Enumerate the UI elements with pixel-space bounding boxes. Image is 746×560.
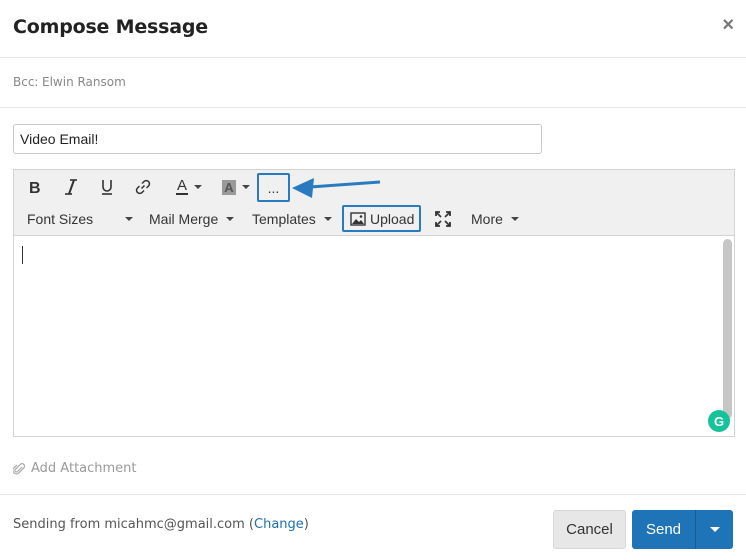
bcc-recipient[interactable]: Elwin Ransom <box>42 75 126 89</box>
more-label: More <box>471 211 503 227</box>
bcc-row: Bcc: Elwin Ransom <box>0 58 746 108</box>
sending-from-text: Sending from micahmc@gmail.com (Change) <box>13 517 309 532</box>
chevron-down-icon <box>194 185 202 189</box>
cancel-button[interactable]: Cancel <box>553 510 626 549</box>
underline-icon[interactable] <box>98 178 116 196</box>
chevron-down-icon <box>709 527 720 532</box>
highlight-color-dropdown[interactable]: A <box>218 178 254 196</box>
link-icon[interactable] <box>134 178 152 196</box>
grammarly-icon[interactable]: G <box>708 410 730 432</box>
highlight-color-icon: A <box>222 179 236 195</box>
chevron-down-icon <box>241 185 250 189</box>
sending-suffix: ) <box>303 517 309 532</box>
bcc-label: Bcc: <box>13 75 39 89</box>
templates-dropdown[interactable]: Templates <box>252 208 332 230</box>
upload-label: Upload <box>370 210 415 227</box>
change-sender-link[interactable]: Change <box>254 517 304 532</box>
font-sizes-label: Font Sizes <box>27 211 94 227</box>
send-button[interactable]: Send <box>632 510 695 549</box>
scrollbar[interactable] <box>723 239 732 419</box>
dialog-footer: Sending from micahmc@gmail.com (Change) … <box>0 494 746 560</box>
fullscreen-icon[interactable] <box>434 210 452 228</box>
message-editor: B A A ... Font Sizes Mail Merge Template… <box>13 169 735 437</box>
subject-input[interactable] <box>13 124 542 154</box>
text-cursor <box>22 246 23 264</box>
sending-prefix: Sending from micahmc@gmail.com ( <box>13 517 255 532</box>
chevron-down-icon <box>510 217 519 221</box>
paperclip-icon <box>13 462 25 474</box>
annotation-arrow-icon <box>292 178 381 198</box>
templates-label: Templates <box>252 211 316 227</box>
chevron-down-icon <box>125 217 133 221</box>
upload-button[interactable]: Upload <box>342 205 422 232</box>
mail-merge-label: Mail Merge <box>149 211 219 227</box>
image-icon <box>350 211 366 226</box>
font-sizes-dropdown[interactable]: Font Sizes <box>27 208 133 230</box>
more-formatting-button[interactable]: ... <box>257 173 290 202</box>
dialog-title: Compose Message <box>13 16 208 38</box>
chevron-down-icon <box>226 217 235 221</box>
bold-icon[interactable]: B <box>26 178 44 196</box>
svg-text:B: B <box>29 180 41 195</box>
italic-icon[interactable] <box>62 178 80 196</box>
mail-merge-dropdown[interactable]: Mail Merge <box>149 208 235 230</box>
add-attachment-link[interactable]: Add Attachment <box>13 461 137 476</box>
message-body[interactable]: G <box>14 236 734 436</box>
chevron-down-icon <box>323 217 332 221</box>
close-icon[interactable]: × <box>722 15 734 35</box>
font-color-dropdown[interactable]: A <box>172 178 206 196</box>
send-options-button[interactable] <box>695 510 733 549</box>
add-attachment-label: Add Attachment <box>31 461 137 476</box>
dialog-header: Compose Message × <box>0 0 746 58</box>
more-dropdown[interactable]: More <box>471 208 519 230</box>
font-color-icon: A <box>175 177 188 195</box>
